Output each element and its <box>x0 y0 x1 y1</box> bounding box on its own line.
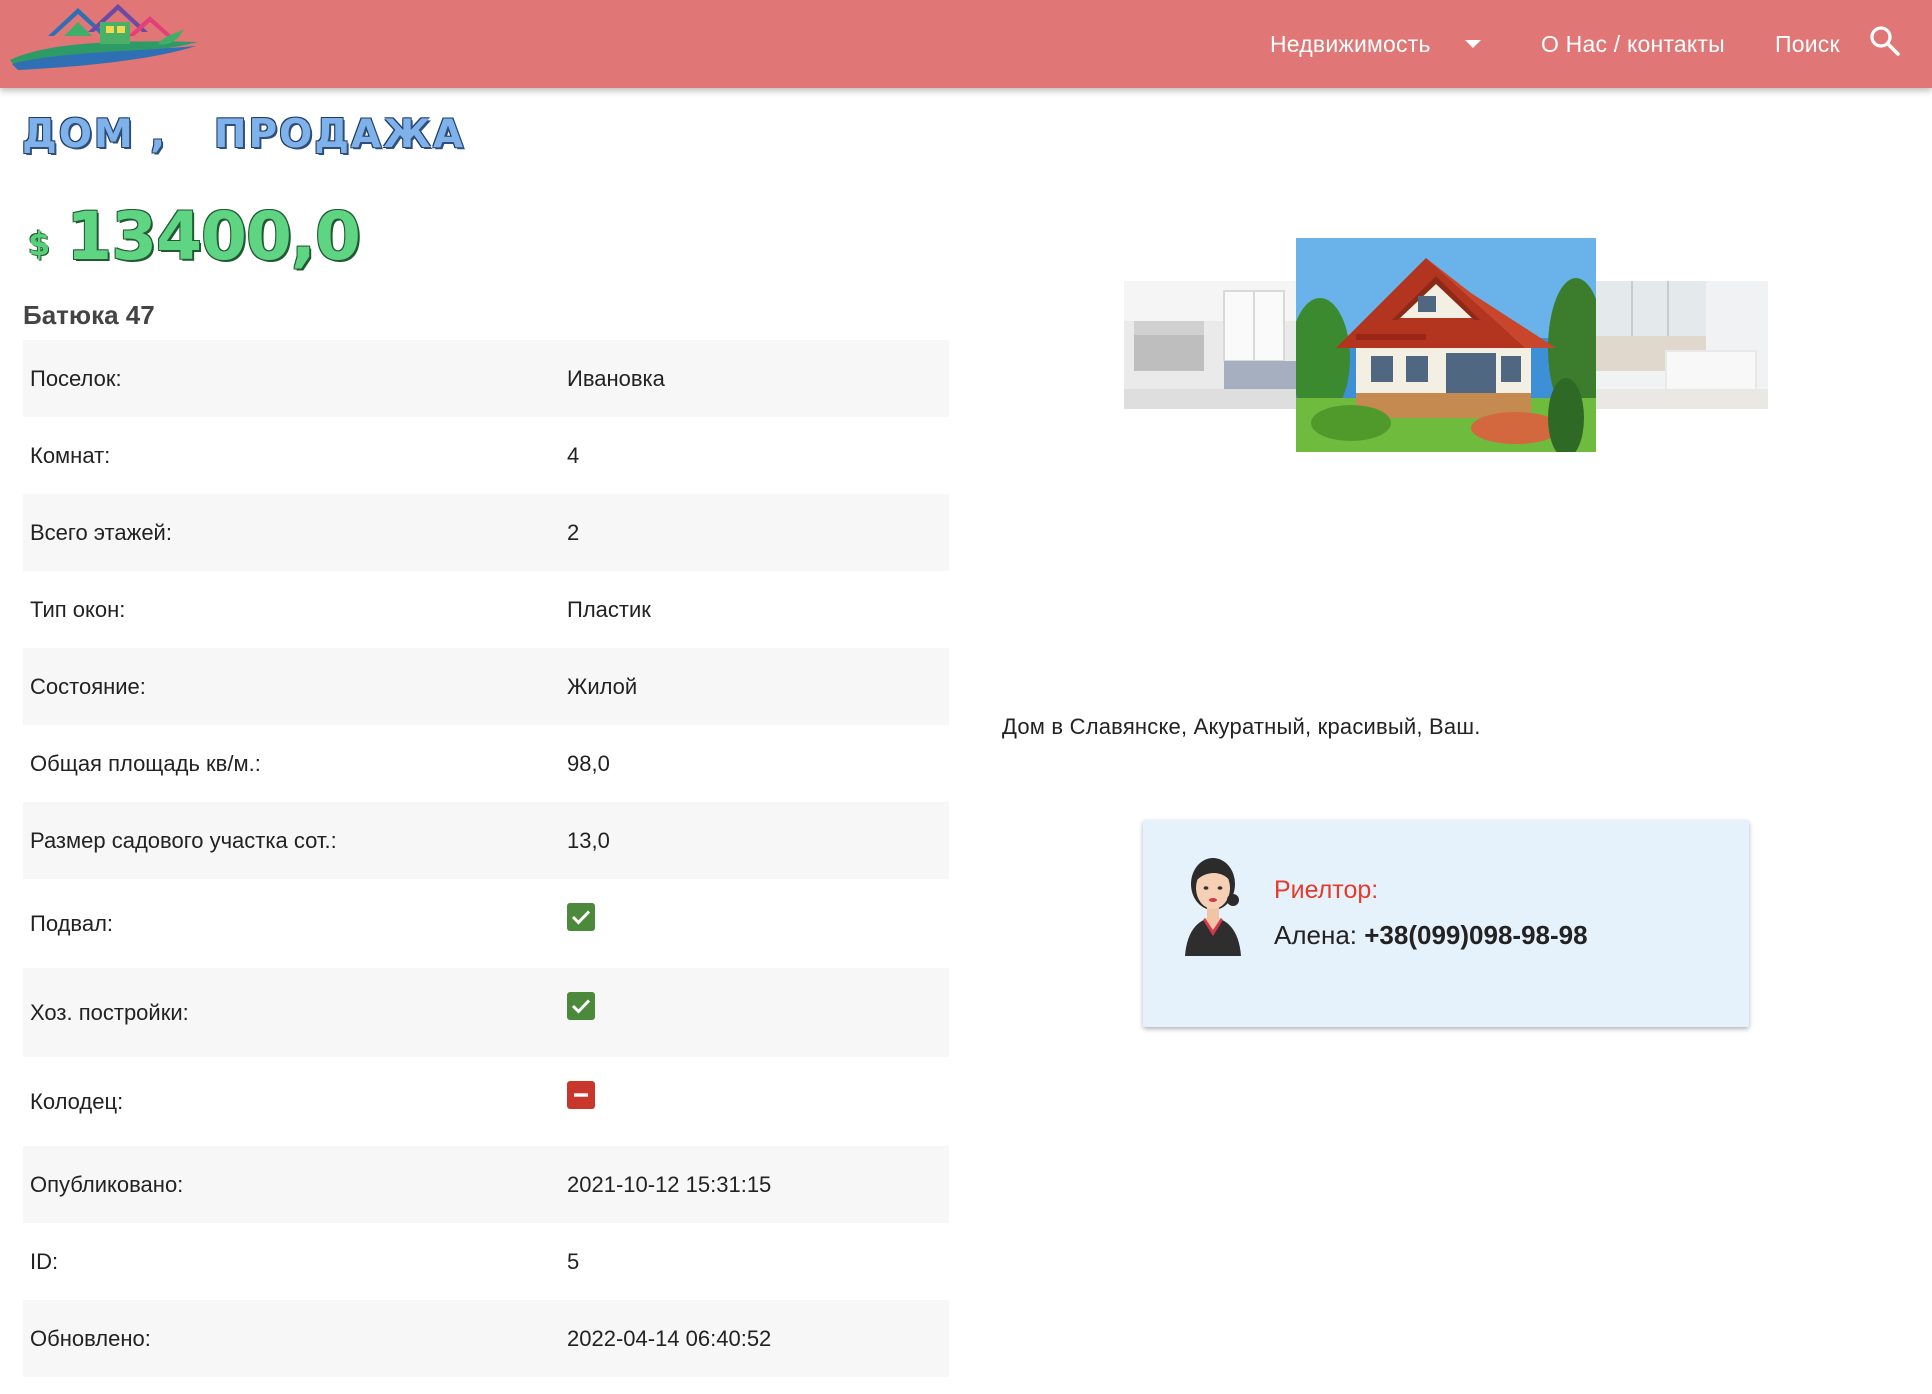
price-value: 13400,0 <box>66 198 361 275</box>
checkbox-checked-icon <box>567 902 595 931</box>
attribute-row: ID: 5 <box>23 1223 949 1300</box>
attribute-value <box>567 902 949 941</box>
nav-realty-dropdown[interactable]: Недвижимость <box>1270 0 1481 88</box>
attribute-row: Опубликовано: 2021-10-12 15:31:15 <box>23 1146 949 1223</box>
attribute-label: Всего этажей: <box>30 519 172 545</box>
checkbox-checked-icon <box>567 991 595 1020</box>
attribute-row: Общая площадь кв/м.: 98,0 <box>23 725 949 802</box>
attribute-label: Поселок: <box>30 365 122 391</box>
price: $ 13400,0 <box>28 198 361 275</box>
listing-description: Дом в Славянске, Акуратный, красивый, Ва… <box>1002 714 1481 739</box>
realtor-contact: Алена: +38(099)098-98-98 <box>1274 920 1588 951</box>
chevron-down-icon[interactable] <box>1464 40 1481 48</box>
attribute-value: Ивановка <box>567 365 665 391</box>
attribute-value: 4 <box>567 442 580 468</box>
attribute-row: Состояние: Жилой <box>23 648 949 725</box>
nav-about-label[interactable]: О Нас / контакты <box>1541 31 1725 58</box>
attribute-label: Обновлено: <box>30 1325 151 1351</box>
nav-about-link[interactable]: О Нас / контакты <box>1541 0 1725 88</box>
page-title: дом , продажа <box>22 112 466 157</box>
top-navbar: Недвижимость О Нас / контакты Поиск <box>0 0 1932 88</box>
carousel-prev-photo[interactable] <box>1124 281 1296 409</box>
attribute-value: Жилой <box>567 673 638 699</box>
attribute-row: Всего этажей: 2 <box>23 494 949 571</box>
nav-search-label[interactable]: Поиск <box>1775 31 1840 58</box>
attribute-row: Размер садового участка сот.: 13,0 <box>23 802 949 879</box>
attribute-row: Обновлено: 2022-04-14 06:40:52 <box>23 1300 949 1377</box>
price-currency: $ <box>28 224 51 263</box>
attribute-label: Подвал: <box>30 910 114 936</box>
attribute-label: Общая площадь кв/м.: <box>30 750 261 776</box>
realtor-name: Алена: <box>1274 920 1365 950</box>
attribute-label: Колодец: <box>30 1088 124 1114</box>
carousel-main-photo[interactable] <box>1296 238 1596 452</box>
site-logo[interactable] <box>8 2 200 74</box>
attribute-label: Состояние: <box>30 673 146 699</box>
attribute-label: Размер садового участка сот.: <box>30 827 337 853</box>
attribute-row: Колодец: <box>23 1057 949 1146</box>
listing-address: Батюка 47 <box>23 300 155 330</box>
attribute-value: 13,0 <box>567 827 610 853</box>
attribute-value <box>567 991 949 1030</box>
attribute-label: ID: <box>30 1248 59 1274</box>
nav-realty-label[interactable]: Недвижимость <box>1270 31 1431 58</box>
attribute-value: 98,0 <box>567 750 610 776</box>
attribute-label: Хоз. постройки: <box>30 999 189 1025</box>
attribute-row: Тип окон: Пластик <box>23 571 949 648</box>
search-icon[interactable] <box>1866 22 1904 60</box>
attribute-value: 2021-10-12 15:31:15 <box>567 1171 772 1197</box>
checkbox-indeterminate-icon <box>567 1080 595 1109</box>
attribute-label: Тип окон: <box>30 596 126 622</box>
attribute-row: Комнат: 4 <box>23 417 949 494</box>
attribute-row: Хоз. постройки: <box>23 968 949 1057</box>
nav-search-link[interactable]: Поиск <box>1775 0 1840 88</box>
realtor-role: Риелтор: <box>1274 876 1379 904</box>
attribute-label: Опубликовано: <box>30 1171 184 1197</box>
carousel-next-photo[interactable] <box>1596 281 1768 409</box>
attribute-value: Пластик <box>567 596 651 622</box>
photo-carousel[interactable] <box>1124 238 1768 452</box>
attribute-row: Поселок: Ивановка <box>23 340 949 417</box>
attribute-value: 2 <box>567 519 580 545</box>
attributes-table: Поселок: Ивановка Комнат: 4 Всего этажей: 2 Ти… <box>23 340 949 1377</box>
realtor-phone-link[interactable]: +38(099)098-98-98 <box>1364 920 1587 950</box>
attribute-value: 2022-04-14 06:40:52 <box>567 1325 772 1351</box>
attribute-value: 5 <box>567 1248 580 1274</box>
realtor-card: Риелтор: Алена: +38(099)098-98-98 <box>1143 820 1749 1027</box>
attribute-row: Подвал: <box>23 879 949 968</box>
attribute-label: Комнат: <box>30 442 111 468</box>
attribute-value <box>567 1080 949 1119</box>
realtor-avatar <box>1181 856 1245 956</box>
